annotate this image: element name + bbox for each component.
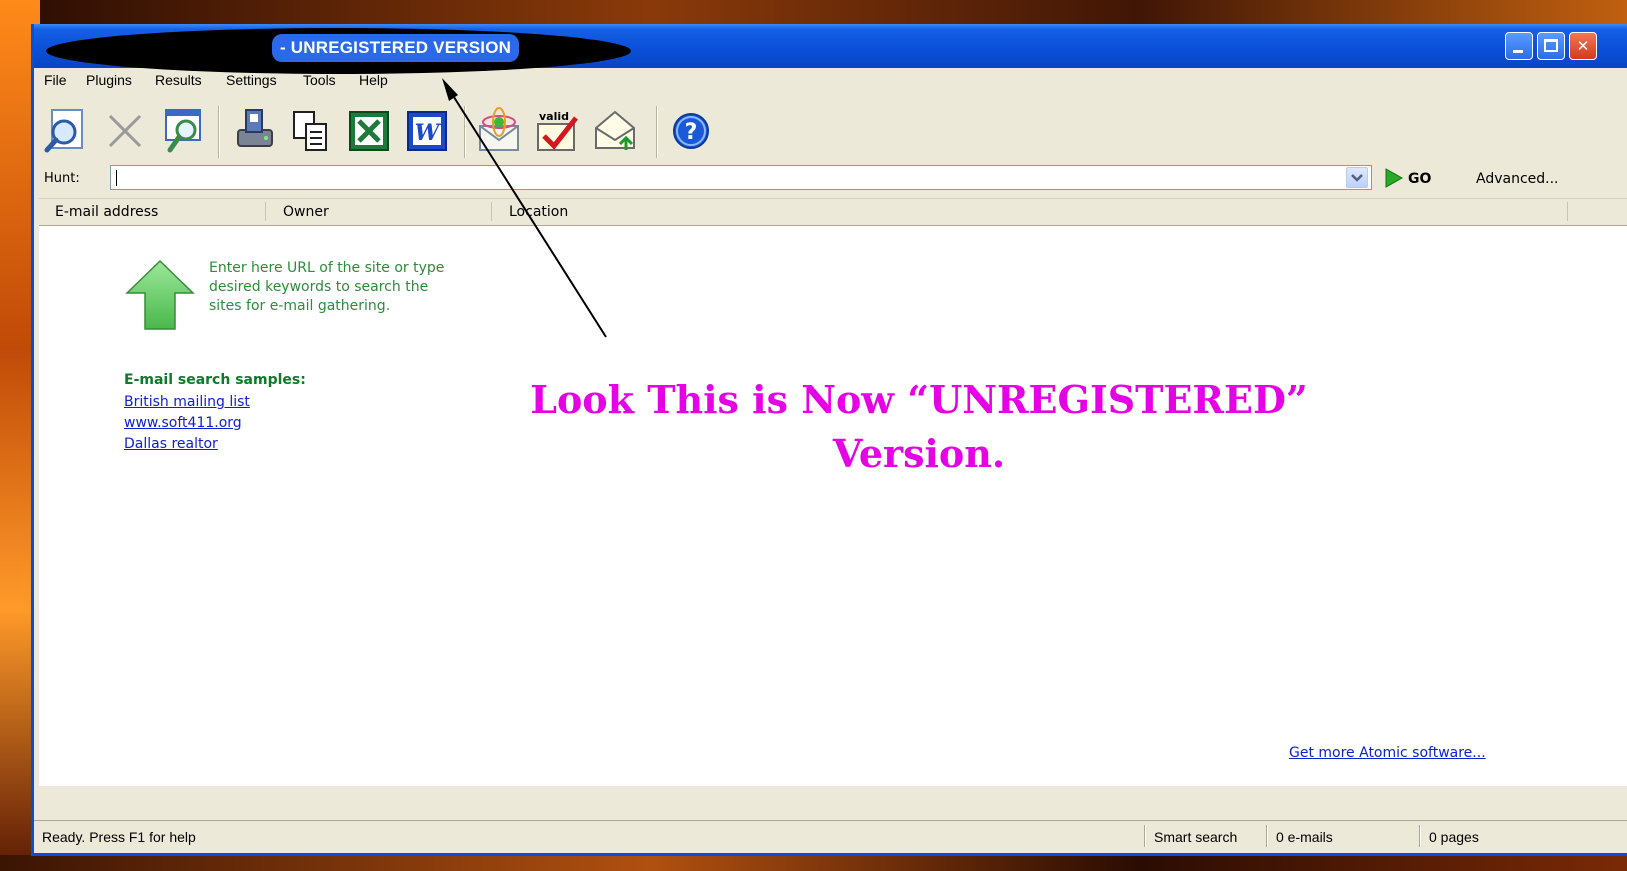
status-message: Ready. Press F1 for help: [42, 829, 196, 845]
go-play-icon[interactable]: [1382, 167, 1404, 189]
hunt-hint-text: Enter here URL of the site or type desir…: [209, 260, 445, 314]
status-separator: [1419, 825, 1421, 847]
menu-plugins[interactable]: Plugins: [86, 72, 132, 88]
menu-help[interactable]: Help: [359, 72, 388, 88]
samples-title: E-mail search samples:: [124, 372, 306, 388]
svg-text:?: ?: [685, 120, 698, 145]
application-window: - UNREGISTERED VERSION ✕ File Plugins Re…: [31, 24, 1627, 856]
maximize-button[interactable]: [1537, 32, 1565, 60]
maximize-icon: [1544, 39, 1558, 52]
desktop-background-top: [0, 0, 1627, 24]
annotation-line-1: Look This is Now “UNREGISTERED”: [530, 377, 1308, 422]
column-separator[interactable]: [491, 202, 492, 221]
minimize-icon: [1513, 50, 1523, 53]
window-title: - UNREGISTERED VERSION: [272, 34, 520, 62]
svg-text:W: W: [415, 120, 442, 146]
hunt-dropdown-button[interactable]: [1346, 167, 1368, 188]
column-owner[interactable]: Owner: [283, 204, 329, 220]
toolbar: W valid ?: [34, 92, 1627, 174]
word-export-icon[interactable]: W: [402, 106, 452, 156]
column-location[interactable]: Location: [509, 204, 568, 220]
menu-tools[interactable]: Tools: [303, 72, 336, 88]
toolbar-separator: [218, 106, 220, 158]
go-button[interactable]: GO: [1408, 171, 1431, 187]
column-separator[interactable]: [1567, 202, 1568, 221]
status-search-mode: Smart search: [1154, 829, 1238, 845]
status-separator: [1144, 825, 1146, 847]
text-caret: [116, 170, 117, 186]
menu-results[interactable]: Results: [155, 72, 202, 88]
atomic-mail-icon[interactable]: [474, 106, 524, 156]
valid-check-icon[interactable]: valid: [532, 106, 582, 156]
hunt-input[interactable]: [110, 165, 1372, 190]
status-bar: Ready. Press F1 for help Smart search 0 …: [34, 820, 1627, 853]
svg-text:valid: valid: [539, 110, 569, 123]
title-bar[interactable]: - UNREGISTERED VERSION ✕: [34, 24, 1627, 74]
menu-file[interactable]: File: [44, 72, 67, 88]
minimize-button[interactable]: [1505, 32, 1533, 60]
column-separator[interactable]: [265, 202, 266, 221]
help-icon[interactable]: ?: [666, 106, 716, 156]
copy-icon[interactable]: [286, 106, 336, 156]
excel-export-icon[interactable]: [344, 106, 394, 156]
unregistered-annotation: Look This is Now “UNREGISTERED” Version.: [419, 373, 1419, 481]
hunt-label: Hunt:: [44, 171, 80, 186]
sample-link-soft411[interactable]: www.soft411.org: [124, 415, 242, 431]
toolbar-separator: [656, 106, 658, 158]
status-page-count: 0 pages: [1429, 829, 1479, 845]
menu-bar: File Plugins Results Settings Tools Help: [34, 68, 1627, 92]
annotation-line-2: Version.: [832, 431, 1006, 476]
column-email-address[interactable]: E-mail address: [55, 204, 158, 220]
toolbar-separator: [464, 106, 466, 158]
mail-exchange-icon[interactable]: [590, 106, 640, 156]
get-more-software-link[interactable]: Get more Atomic software...: [1289, 745, 1486, 761]
advanced-button[interactable]: Advanced...: [1476, 171, 1559, 187]
status-email-count: 0 e-mails: [1276, 829, 1333, 845]
up-arrow-icon: [125, 259, 195, 330]
close-icon: ✕: [1576, 37, 1590, 55]
sample-link-british-mailing-list[interactable]: British mailing list: [124, 394, 250, 410]
menu-settings[interactable]: Settings: [226, 72, 277, 88]
find-icon[interactable]: [158, 106, 208, 156]
status-separator: [1266, 825, 1268, 847]
desktop-background-bottom: [0, 855, 1627, 871]
chevron-down-icon: [1351, 174, 1363, 182]
results-list[interactable]: Enter here URL of the site or type desir…: [39, 226, 1627, 786]
save-icon[interactable]: [228, 106, 278, 156]
close-button[interactable]: ✕: [1569, 32, 1597, 60]
stop-icon[interactable]: [100, 106, 150, 156]
sample-link-dallas-realtor[interactable]: Dallas realtor: [124, 436, 218, 452]
start-search-icon[interactable]: [42, 106, 92, 156]
results-list-header: E-mail address Owner Location: [39, 198, 1627, 226]
